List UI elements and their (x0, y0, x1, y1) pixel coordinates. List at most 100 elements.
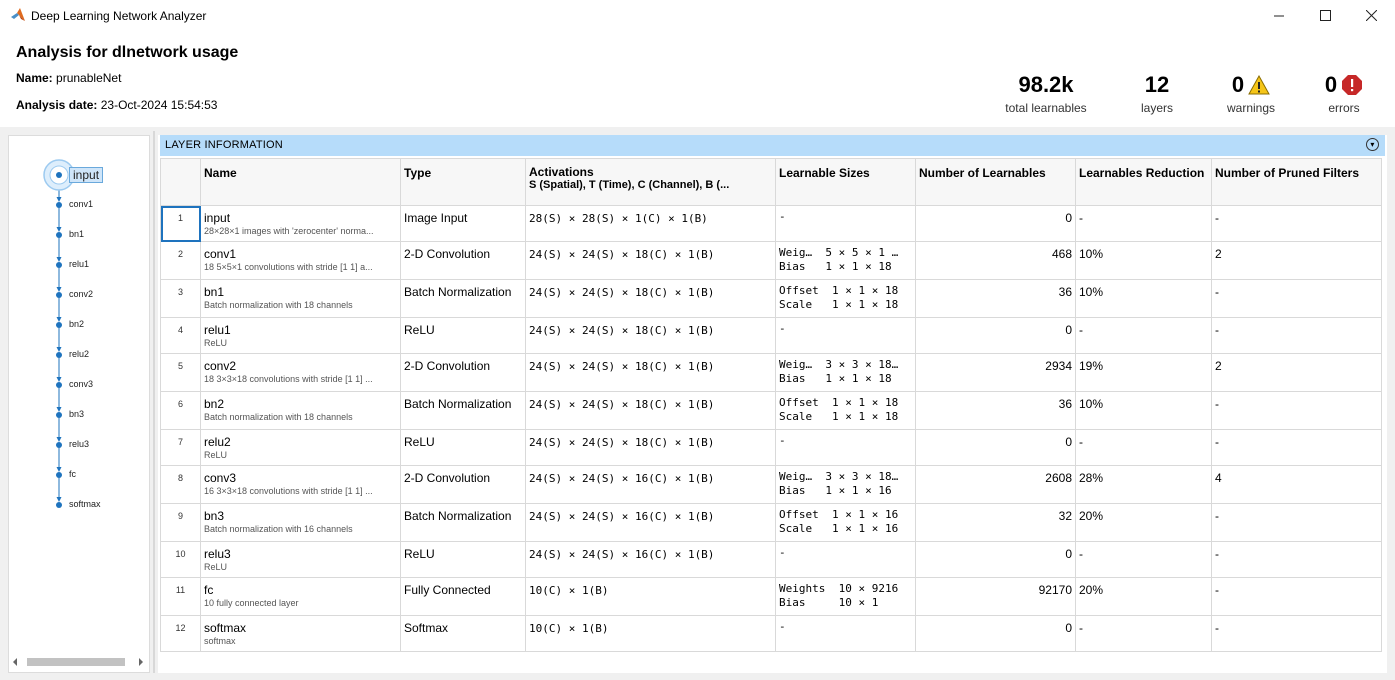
cell-name[interactable]: conv2 18 3×3×18 convolutions with stride … (200, 353, 401, 392)
scroll-left-icon[interactable] (13, 658, 17, 666)
cell-learnables-reduction[interactable]: - (1075, 615, 1212, 652)
graph-node-bn2[interactable] (56, 322, 62, 328)
cell-learnable-sizes[interactable]: Weig… 3 × 3 × 18… Bias 1 × 1 × 16 (775, 465, 916, 504)
cell-activations[interactable]: 24(S) × 24(S) × 16(C) × 1(B) (525, 465, 776, 504)
graph-horizontal-scrollbar[interactable] (9, 654, 149, 670)
cell-learnables-reduction[interactable]: 20% (1075, 577, 1212, 616)
cell-type[interactable]: Image Input (400, 205, 526, 242)
graph-node-label[interactable]: relu3 (69, 439, 89, 449)
cell-type[interactable]: ReLU (400, 317, 526, 354)
graph-node-label[interactable]: fc (69, 469, 76, 479)
cell-name[interactable]: relu2 ReLU (200, 429, 401, 466)
cell-name[interactable]: bn3 Batch normalization with 16 channels (200, 503, 401, 542)
column-header-learnables-reduction[interactable]: Learnables Reduction (1075, 158, 1212, 206)
cell-name[interactable]: bn2 Batch normalization with 18 channels (200, 391, 401, 430)
stat-warnings[interactable]: 0 warnings (1216, 73, 1286, 116)
cell-number-of-learnables[interactable]: 0 (915, 429, 1076, 466)
graph-node-conv1[interactable] (56, 202, 62, 208)
graph-node-bn3[interactable] (56, 412, 62, 418)
column-header-pruned-filters[interactable]: Number of Pruned Filters (1211, 158, 1382, 206)
cell-pruned-filters[interactable]: - (1211, 503, 1382, 542)
cell-learnable-sizes[interactable]: Weig… 3 × 3 × 18… Bias 1 × 1 × 18 (775, 353, 916, 392)
cell-type[interactable]: 2-D Convolution (400, 353, 526, 392)
cell-activations[interactable]: 10(C) × 1(B) (525, 615, 776, 652)
cell-name[interactable]: softmax softmax (200, 615, 401, 652)
graph-node-label[interactable]: input (69, 167, 104, 183)
column-header-number-of-learnables[interactable]: Number of Learnables (915, 158, 1076, 206)
cell-number-of-learnables[interactable]: 32 (915, 503, 1076, 542)
cell-activations[interactable]: 24(S) × 24(S) × 18(C) × 1(B) (525, 279, 776, 318)
column-header-type[interactable]: Type (400, 158, 526, 206)
cell-number-of-learnables[interactable]: 2608 (915, 465, 1076, 504)
column-header-activations[interactable]: Activations S (Spatial), T (Time), C (Ch… (525, 158, 776, 206)
table-row[interactable]: 3 bn1 Batch normalization with 18 channels… (160, 279, 1382, 318)
minimize-button[interactable] (1256, 0, 1302, 31)
cell-name[interactable]: conv1 18 5×5×1 convolutions with stride [… (200, 241, 401, 280)
cell-pruned-filters[interactable]: - (1211, 279, 1382, 318)
cell-learnable-sizes[interactable]: Offset 1 × 1 × 18 Scale 1 × 1 × 18 (775, 279, 916, 318)
table-row[interactable]: 11 fc 10 fully connected layer Fully Connec… (160, 577, 1382, 616)
graph-node-label[interactable]: conv2 (69, 289, 93, 299)
graph-node-label[interactable]: relu2 (69, 349, 89, 359)
graph-node-label[interactable]: conv1 (69, 199, 93, 209)
cell-type[interactable]: Batch Normalization (400, 503, 526, 542)
cell-pruned-filters[interactable]: - (1211, 317, 1382, 354)
graph-node-softmax[interactable] (56, 502, 62, 508)
cell-activations[interactable]: 24(S) × 24(S) × 16(C) × 1(B) (525, 541, 776, 578)
graph-node-conv3[interactable] (56, 382, 62, 388)
graph-node-relu3[interactable] (56, 442, 62, 448)
cell-type[interactable]: Batch Normalization (400, 391, 526, 430)
cell-pruned-filters[interactable]: - (1211, 205, 1382, 242)
cell-type[interactable]: ReLU (400, 541, 526, 578)
cell-learnable-sizes[interactable]: Offset 1 × 1 × 16 Scale 1 × 1 × 16 (775, 503, 916, 542)
cell-activations[interactable]: 24(S) × 24(S) × 18(C) × 1(B) (525, 391, 776, 430)
cell-name[interactable]: relu3 ReLU (200, 541, 401, 578)
cell-pruned-filters[interactable]: 4 (1211, 465, 1382, 504)
cell-number-of-learnables[interactable]: 468 (915, 241, 1076, 280)
cell-activations[interactable]: 24(S) × 24(S) × 18(C) × 1(B) (525, 429, 776, 466)
cell-activations[interactable]: 28(S) × 28(S) × 1(C) × 1(B) (525, 205, 776, 242)
cell-type[interactable]: 2-D Convolution (400, 241, 526, 280)
cell-pruned-filters[interactable]: - (1211, 577, 1382, 616)
cell-learnable-sizes[interactable]: - (775, 615, 916, 652)
scroll-right-icon[interactable] (139, 658, 143, 666)
graph-node-fc[interactable] (56, 472, 62, 478)
cell-learnable-sizes[interactable]: - (775, 541, 916, 578)
cell-learnable-sizes[interactable]: Weights 10 × 9216 Bias 10 × 1 (775, 577, 916, 616)
cell-learnables-reduction[interactable]: 20% (1075, 503, 1212, 542)
graph-node-relu2[interactable] (56, 352, 62, 358)
panel-splitter[interactable] (153, 131, 155, 673)
cell-learnable-sizes[interactable]: Offset 1 × 1 × 18 Scale 1 × 1 × 18 (775, 391, 916, 430)
cell-number-of-learnables[interactable]: 0 (915, 541, 1076, 578)
cell-activations[interactable]: 10(C) × 1(B) (525, 577, 776, 616)
cell-learnable-sizes[interactable]: - (775, 429, 916, 466)
graph-node-label[interactable]: bn3 (69, 409, 84, 419)
cell-learnables-reduction[interactable]: 10% (1075, 279, 1212, 318)
cell-pruned-filters[interactable]: 2 (1211, 353, 1382, 392)
cell-learnables-reduction[interactable]: - (1075, 541, 1212, 578)
cell-pruned-filters[interactable]: 2 (1211, 241, 1382, 280)
table-row[interactable]: 10 relu3 ReLU ReLU 24(S) × 24(S) × 16(C) × 1… (160, 541, 1382, 578)
cell-pruned-filters[interactable]: - (1211, 429, 1382, 466)
cell-learnable-sizes[interactable]: - (775, 317, 916, 354)
close-button[interactable] (1348, 0, 1394, 31)
cell-activations[interactable]: 24(S) × 24(S) × 18(C) × 1(B) (525, 317, 776, 354)
cell-learnables-reduction[interactable]: - (1075, 205, 1212, 242)
cell-type[interactable]: ReLU (400, 429, 526, 466)
cell-name[interactable]: fc 10 fully connected layer (200, 577, 401, 616)
cell-number-of-learnables[interactable]: 36 (915, 391, 1076, 430)
cell-name[interactable]: input 28×28×1 images with 'zerocenter' no… (200, 205, 401, 242)
table-row[interactable]: 9 bn3 Batch normalization with 16 channels… (160, 503, 1382, 542)
graph-node-bn1[interactable] (56, 232, 62, 238)
cell-type[interactable]: Batch Normalization (400, 279, 526, 318)
cell-number-of-learnables[interactable]: 0 (915, 317, 1076, 354)
graph-node-label[interactable]: conv3 (69, 379, 93, 389)
graph-node-conv2[interactable] (56, 292, 62, 298)
table-row[interactable]: 4 relu1 ReLU ReLU 24(S) × 24(S) × 18(C) × 1(… (160, 317, 1382, 354)
collapse-button[interactable]: ▾ (1366, 138, 1379, 151)
cell-activations[interactable]: 24(S) × 24(S) × 18(C) × 1(B) (525, 353, 776, 392)
cell-name[interactable]: relu1 ReLU (200, 317, 401, 354)
cell-type[interactable]: Softmax (400, 615, 526, 652)
cell-name[interactable]: conv3 16 3×3×18 convolutions with stride … (200, 465, 401, 504)
cell-activations[interactable]: 24(S) × 24(S) × 16(C) × 1(B) (525, 503, 776, 542)
